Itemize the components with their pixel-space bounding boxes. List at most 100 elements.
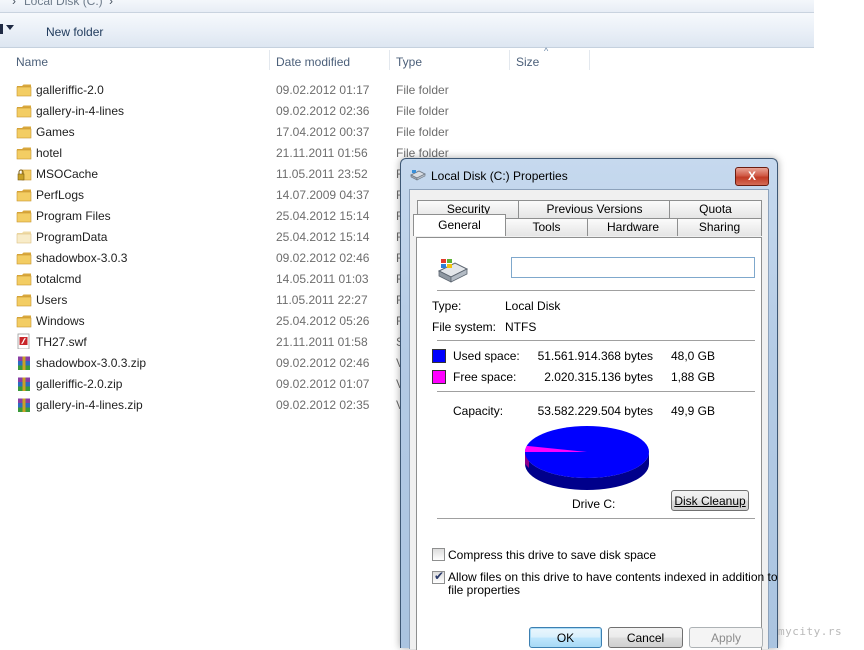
column-headers: Name Date modified Type Size [0, 47, 814, 73]
list-item[interactable]: Games 17.04.2012 00:37 File folder [0, 122, 814, 143]
divider [437, 340, 755, 341]
address-crumb[interactable]: Local Disk (C:) [24, 0, 103, 8]
file-name: MSOCache [36, 167, 99, 181]
folder-icon [16, 104, 32, 118]
file-system-value: NTFS [505, 320, 537, 334]
volume-label-input[interactable] [511, 257, 755, 278]
file-name: shadowbox-3.0.3 [36, 251, 128, 265]
cancel-button[interactable]: Cancel [608, 627, 683, 648]
used-space-gb: 48,0 GB [670, 349, 715, 363]
column-header-type[interactable]: Type [396, 55, 422, 69]
command-bar: New folder [0, 13, 814, 48]
file-name: TH27.swf [36, 335, 87, 349]
ok-button[interactable]: OK [529, 627, 602, 648]
chevron-right-icon[interactable]: › [109, 0, 113, 8]
file-name: Users [36, 293, 68, 307]
file-name: Games [36, 125, 75, 139]
hard-drive-icon [410, 170, 426, 181]
file-date: 25.04.2012 15:14 [276, 230, 370, 244]
file-type: File folder [396, 125, 449, 139]
used-space-label: Used space: [453, 349, 520, 363]
address-bar[interactable]: › Local Disk (C:) › [0, 0, 814, 13]
tab-tools[interactable]: Tools [504, 218, 589, 236]
file-type: File folder [396, 104, 449, 118]
folder-icon [16, 188, 32, 202]
file-date: 21.11.2011 01:56 [276, 146, 368, 160]
list-item[interactable]: gallery-in-4-lines 09.02.2012 02:36 File f… [0, 101, 814, 122]
general-tab-panel: Type: Local Disk File system: NTFS Used … [416, 237, 778, 650]
file-date: 21.11.2011 01:58 [276, 335, 368, 349]
capacity-gb: 49,9 GB [670, 404, 715, 418]
column-divider[interactable] [589, 50, 590, 70]
compress-label[interactable]: Compress this drive to save disk space [448, 548, 656, 562]
compress-checkbox[interactable] [432, 548, 445, 561]
folder-icon [16, 251, 32, 265]
folder-icon [16, 272, 32, 286]
folder-icon [16, 146, 32, 160]
locked-folder-icon [16, 167, 32, 181]
column-header-date[interactable]: Date modified [276, 55, 350, 69]
tab-sharing[interactable]: Sharing [677, 218, 762, 236]
file-name: ProgramData [36, 230, 108, 244]
type-label: Type: [432, 299, 462, 313]
divider [437, 518, 755, 519]
column-divider[interactable] [269, 50, 270, 70]
list-item[interactable]: galleriffic-2.0 09.02.2012 01:17 File fold… [0, 80, 814, 101]
index-label-line2[interactable]: file properties [448, 583, 520, 597]
file-date: 11.05.2011 22:27 [276, 293, 368, 307]
file-name: galleriffic-2.0 [36, 83, 104, 97]
free-space-swatch [432, 370, 446, 384]
dialog-title: Local Disk (C:) Properties [431, 169, 568, 183]
dialog-body: Security Previous Versions Quota General… [409, 189, 778, 650]
disk-usage-pie-chart [525, 426, 649, 490]
file-date: 09.02.2012 01:07 [276, 377, 370, 391]
organize-button-edge[interactable] [0, 24, 3, 34]
tab-quota[interactable]: Quota [669, 200, 762, 218]
index-label-line1[interactable]: Allow files on this drive to have conten… [448, 570, 778, 584]
index-checkbox[interactable]: ✔ [432, 569, 445, 584]
type-value: Local Disk [505, 299, 561, 313]
file-name: totalcmd [36, 272, 82, 286]
column-header-name[interactable]: Name [16, 55, 48, 69]
file-name: Program Files [36, 209, 111, 223]
column-divider[interactable] [389, 50, 390, 70]
free-space-label: Free space: [453, 370, 517, 384]
hidden-folder-icon [16, 230, 32, 244]
address-separator: › [12, 0, 16, 8]
file-name: hotel [36, 146, 63, 160]
checkmark-icon: ✔ [434, 569, 445, 583]
used-space-bytes: 51.561.914.368 bytes [537, 349, 653, 363]
file-name: galleriffic-2.0.zip [36, 377, 123, 391]
free-space-bytes: 2.020.315.136 bytes [544, 370, 653, 384]
hard-drive-icon [437, 259, 469, 283]
chevron-down-icon[interactable] [6, 25, 14, 30]
capacity-bytes: 53.582.229.504 bytes [537, 404, 653, 418]
tab-hardware[interactable]: Hardware [587, 218, 679, 236]
apply-button[interactable]: Apply [689, 627, 763, 648]
folder-icon [16, 293, 32, 307]
folder-icon [16, 125, 32, 139]
column-divider[interactable] [509, 50, 510, 70]
tab-general[interactable]: General [413, 214, 506, 236]
close-button[interactable]: X [735, 167, 769, 186]
watermark: mycity.rs [778, 625, 843, 638]
divider [437, 290, 755, 291]
file-date: 14.05.2011 01:03 [276, 272, 369, 286]
drive-caption: Drive C: [572, 497, 616, 511]
close-icon: X [747, 169, 756, 183]
file-date: 09.02.2012 01:17 [276, 83, 370, 97]
file-date: 17.04.2012 00:37 [276, 125, 370, 139]
file-date: 09.02.2012 02:36 [276, 104, 370, 118]
file-date: 14.07.2009 04:37 [276, 188, 370, 202]
folder-icon [16, 209, 32, 223]
disk-cleanup-button[interactable]: Disk Cleanup [671, 490, 749, 511]
winrar-archive-icon [16, 398, 32, 412]
sort-ascending-icon: ^ [544, 46, 549, 56]
column-header-size[interactable]: Size [516, 55, 539, 69]
tab-previous-versions[interactable]: Previous Versions [518, 200, 671, 218]
new-folder-button[interactable]: New folder [46, 25, 103, 39]
winrar-archive-icon [16, 377, 32, 391]
file-date: 25.04.2012 15:14 [276, 209, 370, 223]
free-space-gb: 1,88 GB [670, 370, 715, 384]
divider [437, 391, 755, 392]
